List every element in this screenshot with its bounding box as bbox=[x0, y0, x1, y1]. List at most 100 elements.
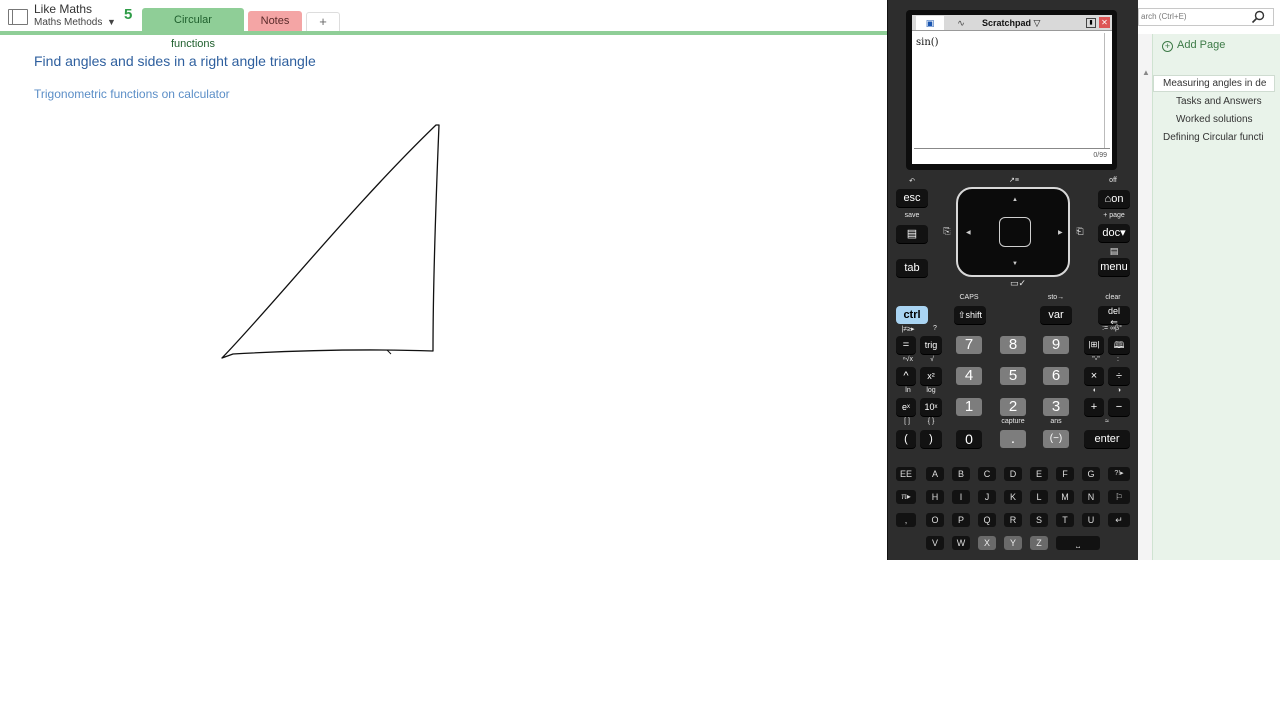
comma-key[interactable]: , bbox=[896, 513, 916, 527]
caret-key[interactable]: ^ bbox=[896, 367, 916, 385]
page-list-item[interactable]: Tasks and Answers bbox=[1176, 96, 1276, 107]
ee-key[interactable]: EE bbox=[896, 467, 916, 481]
letter-key[interactable]: C bbox=[978, 467, 996, 481]
touchpad-left-arrow[interactable]: ◀ bbox=[966, 229, 971, 236]
letter-key[interactable]: Z bbox=[1030, 536, 1048, 550]
menu-key[interactable]: menu bbox=[1098, 258, 1130, 276]
digit-key[interactable]: 5 bbox=[1000, 367, 1026, 385]
add-page-button[interactable]: + Add Page bbox=[1162, 36, 1225, 54]
page-title[interactable]: Find angles and sides in a right angle t… bbox=[34, 53, 316, 69]
calculator-app-icon[interactable]: ▣ bbox=[916, 16, 944, 30]
letter-key[interactable]: H bbox=[926, 490, 944, 504]
digit-key[interactable]: 7 bbox=[956, 336, 982, 354]
digit-key[interactable]: 2 bbox=[1000, 398, 1026, 416]
trig-key[interactable]: trig bbox=[920, 336, 942, 354]
letter-key[interactable]: J bbox=[978, 490, 996, 504]
flag-key[interactable]: ⚐ bbox=[1108, 490, 1130, 504]
letter-key[interactable]: F bbox=[1056, 467, 1074, 481]
letter-key[interactable]: V bbox=[926, 536, 944, 550]
left-paren-key[interactable]: ( bbox=[896, 430, 916, 448]
graph-app-icon[interactable]: ∿ bbox=[948, 16, 974, 30]
letter-key[interactable]: I bbox=[952, 490, 970, 504]
notebook-icon[interactable] bbox=[8, 9, 28, 25]
zero-key[interactable]: 0 bbox=[956, 430, 982, 448]
digit-key[interactable]: 6 bbox=[1043, 367, 1069, 385]
template-key[interactable]: |⊞| bbox=[1084, 336, 1104, 354]
digit-key[interactable]: 4 bbox=[956, 367, 982, 385]
notebook-section-name[interactable]: Maths Methods bbox=[34, 17, 102, 28]
digit-key[interactable]: 8 bbox=[1000, 336, 1026, 354]
shift-key[interactable]: ⇧shift bbox=[954, 306, 986, 324]
digit-key[interactable]: 3 bbox=[1043, 398, 1069, 416]
esc-key[interactable]: esc bbox=[896, 189, 928, 207]
screen-scrollbar[interactable] bbox=[1104, 33, 1111, 148]
collapse-arrow-icon[interactable]: ▲ bbox=[1142, 68, 1150, 77]
add-section-button[interactable]: + bbox=[306, 12, 340, 32]
touchpad-down-arrow[interactable]: ▼ bbox=[1012, 261, 1018, 267]
exp-key[interactable]: eˣ bbox=[896, 398, 916, 416]
letter-key[interactable]: G bbox=[1082, 467, 1100, 481]
touchpad[interactable]: ▲ ▼ ◀ ▶ bbox=[956, 187, 1070, 277]
letter-key[interactable]: M bbox=[1056, 490, 1074, 504]
page-subtitle[interactable]: Trigonometric functions on calculator bbox=[34, 87, 230, 101]
negative-key[interactable]: (−) bbox=[1043, 430, 1069, 448]
page-list-item[interactable]: Defining Circular functi bbox=[1163, 132, 1275, 143]
letter-key[interactable]: Q bbox=[978, 513, 996, 527]
digit-key[interactable]: 1 bbox=[956, 398, 982, 416]
divide-key[interactable]: ÷ bbox=[1108, 367, 1130, 385]
letter-key[interactable]: N bbox=[1082, 490, 1100, 504]
touchpad-right-arrow[interactable]: ▶ bbox=[1058, 229, 1063, 236]
pi-key[interactable]: π▸ bbox=[896, 490, 916, 504]
multiply-key[interactable]: × bbox=[1084, 367, 1104, 385]
digit-key[interactable]: 9 bbox=[1043, 336, 1069, 354]
plus-key[interactable]: + bbox=[1084, 398, 1104, 416]
letter-key[interactable]: T bbox=[1056, 513, 1074, 527]
letter-key[interactable]: U bbox=[1082, 513, 1100, 527]
catalog-key[interactable]: 🕮 bbox=[1108, 336, 1130, 354]
touchpad-click-button[interactable] bbox=[999, 217, 1031, 247]
return-key[interactable]: ↵ bbox=[1108, 513, 1130, 527]
ans-label: ans bbox=[1050, 418, 1062, 425]
page-list-item[interactable]: Worked solutions bbox=[1176, 114, 1276, 125]
letter-key[interactable]: X bbox=[978, 536, 996, 550]
caret-down-icon[interactable]: ▼ bbox=[107, 17, 116, 27]
enter-key[interactable]: enter bbox=[1084, 430, 1130, 448]
search-icon[interactable] bbox=[1250, 9, 1266, 25]
notebook-name[interactable]: Like Maths bbox=[34, 2, 92, 16]
right-paren-key[interactable]: ) bbox=[920, 430, 942, 448]
scratchpad-tab[interactable]: Scratchpad ▽ bbox=[982, 16, 1052, 30]
letter-key[interactable]: Y bbox=[1004, 536, 1022, 550]
var-key[interactable]: var bbox=[1040, 306, 1072, 324]
on-key[interactable]: ⌂on bbox=[1098, 190, 1130, 208]
letter-key[interactable]: L bbox=[1030, 490, 1048, 504]
letter-key[interactable]: D bbox=[1004, 467, 1022, 481]
minus-key[interactable]: − bbox=[1108, 398, 1130, 416]
tab-circular-functions[interactable]: Circular functions bbox=[142, 8, 244, 50]
square-key[interactable]: x² bbox=[920, 367, 942, 385]
scratchpad-key[interactable]: ▤ bbox=[896, 225, 928, 243]
space-key[interactable]: ⎵ bbox=[1056, 536, 1100, 550]
letter-key[interactable]: P bbox=[952, 513, 970, 527]
letter-key[interactable]: K bbox=[1004, 490, 1022, 504]
letter-key[interactable]: O bbox=[926, 513, 944, 527]
letter-key[interactable]: W bbox=[952, 536, 970, 550]
punctuation-key[interactable]: ?!▸ bbox=[1108, 467, 1130, 481]
equals-key[interactable]: = bbox=[896, 336, 916, 354]
letter-key[interactable]: R bbox=[1004, 513, 1022, 527]
close-icon[interactable]: ✕ bbox=[1099, 17, 1110, 28]
letter-key[interactable]: A bbox=[926, 467, 944, 481]
sync-icon[interactable]: 5 bbox=[124, 6, 132, 23]
ten-power-key[interactable]: 10ˣ bbox=[920, 398, 942, 416]
letter-key[interactable]: B bbox=[952, 467, 970, 481]
decimal-key[interactable]: . bbox=[1000, 430, 1026, 448]
tab-notes[interactable]: Notes bbox=[248, 11, 302, 32]
ctrl-key[interactable]: ctrl bbox=[896, 306, 928, 324]
touchpad-up-arrow[interactable]: ▲ bbox=[1012, 197, 1018, 203]
tab-key[interactable]: tab bbox=[896, 259, 928, 277]
letter-key[interactable]: S bbox=[1030, 513, 1048, 527]
page-list-item[interactable]: Measuring angles in de bbox=[1153, 75, 1275, 92]
calculator-expression[interactable]: sin() bbox=[916, 37, 939, 48]
doc-key[interactable]: doc▾ bbox=[1098, 224, 1130, 242]
delete-key[interactable]: del ⇐ bbox=[1098, 306, 1130, 327]
letter-key[interactable]: E bbox=[1030, 467, 1048, 481]
